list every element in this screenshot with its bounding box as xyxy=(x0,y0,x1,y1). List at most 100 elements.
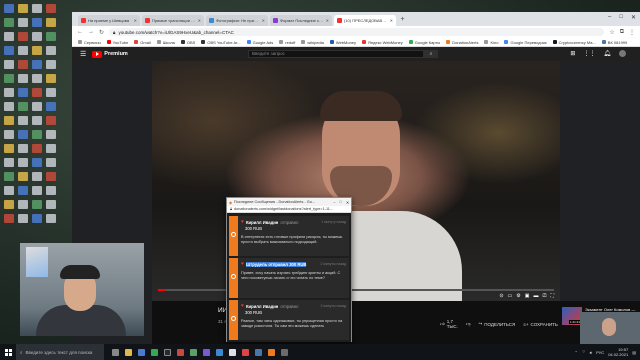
desktop-icon[interactable] xyxy=(46,60,56,69)
extensions-icon[interactable]: ⧉ xyxy=(620,29,624,36)
new-tab-button[interactable]: + xyxy=(398,15,407,26)
volume-icon[interactable]: 🔊︎ xyxy=(590,350,593,355)
desktop-icon[interactable] xyxy=(46,186,56,195)
bookmark-item[interactable]: OBS YouTube Ar... xyxy=(201,40,241,45)
browser-tab[interactable]: Фотографии: Не приеме у Шевц...✕ xyxy=(206,15,268,26)
clock[interactable]: 19:57 04.02.2021 xyxy=(608,347,628,357)
tray-up-arrow-icon[interactable]: ⌃ xyxy=(575,350,578,355)
cast-icon[interactable]: ⎚ xyxy=(542,293,546,299)
miniplayer-icon[interactable]: ▣ xyxy=(525,293,530,299)
play-circle-icon[interactable] xyxy=(231,316,236,321)
app-icon[interactable] xyxy=(190,348,197,356)
desktop-icon[interactable] xyxy=(32,102,42,111)
desktop-icon[interactable] xyxy=(4,158,14,167)
desktop-icon[interactable] xyxy=(46,88,56,97)
desktop-icon[interactable] xyxy=(32,172,42,181)
notifications-icon[interactable]: ▤ xyxy=(632,350,636,355)
desktop-icon[interactable] xyxy=(46,172,56,181)
close-window-icon[interactable]: ✕ xyxy=(346,200,349,205)
desktop-icon[interactable] xyxy=(4,32,14,41)
close-window-icon[interactable]: ✕ xyxy=(631,14,636,21)
desktop-icon[interactable] xyxy=(18,144,28,153)
browser-tab[interactable]: Формат Последние сообщения✕ xyxy=(270,15,332,26)
desktop-icon[interactable] xyxy=(4,186,14,195)
bookmark-item[interactable]: Gmail xyxy=(134,40,151,45)
desktop-icon[interactable] xyxy=(18,102,28,111)
desktop-icon[interactable] xyxy=(32,60,42,69)
desktop-icon[interactable] xyxy=(18,130,28,139)
desktop-icon[interactable] xyxy=(4,214,14,223)
app-icon[interactable] xyxy=(255,348,262,356)
desktop-icon[interactable] xyxy=(18,172,28,181)
bookmark-item[interactable]: Google Переводчик xyxy=(504,40,547,45)
bookmark-item[interactable]: Сервисы xyxy=(78,40,101,45)
desktop-icon[interactable] xyxy=(18,116,28,125)
desktop-icon[interactable] xyxy=(32,130,42,139)
search-input[interactable]: Введите запрос xyxy=(248,50,424,58)
desktop-icon[interactable] xyxy=(32,158,42,167)
desktop-icon[interactable] xyxy=(46,130,56,139)
desktop-icon[interactable] xyxy=(18,214,28,223)
taskbar-search-input[interactable]: ⌕ Введите здесь текст для поиска xyxy=(16,344,104,360)
avatar[interactable] xyxy=(619,50,626,57)
close-icon[interactable]: ✕ xyxy=(262,18,265,23)
star-icon[interactable]: ☆ xyxy=(609,29,614,36)
video-progress-bar[interactable] xyxy=(158,289,554,291)
close-icon[interactable]: ✕ xyxy=(390,18,393,23)
desktop-icon[interactable] xyxy=(32,186,42,195)
desktop-icon[interactable] xyxy=(46,102,56,111)
desktop-icon[interactable] xyxy=(18,186,28,195)
app-icon[interactable] xyxy=(268,348,275,356)
recommended-thumbnail[interactable]: 1:21:21 xyxy=(562,307,582,325)
desktop-icon[interactable] xyxy=(18,158,28,167)
desktop-icon[interactable] xyxy=(46,32,56,41)
bookmark-item[interactable]: Google Ads xyxy=(246,40,273,45)
menu-dots-icon[interactable]: ⋮ xyxy=(629,29,635,36)
save-button[interactable]: ≡+ СОХРАНИТЬ xyxy=(523,319,558,329)
desktop-icon[interactable] xyxy=(4,4,14,13)
close-icon[interactable]: ✕ xyxy=(326,18,329,23)
desktop-icon[interactable] xyxy=(46,214,56,223)
language-indicator[interactable]: РУС xyxy=(596,350,604,355)
bookmark-item[interactable]: Kino xyxy=(484,40,498,45)
bookmark-item[interactable]: Google Карты xyxy=(408,40,440,45)
desktop-icon[interactable] xyxy=(18,60,28,69)
desktop-icon[interactable] xyxy=(46,74,56,83)
bookmark-item[interactable]: Школа xyxy=(156,40,175,45)
app-icon[interactable] xyxy=(203,348,210,356)
bookmark-item[interactable]: OBS xyxy=(180,40,195,45)
desktop-icon[interactable] xyxy=(4,172,14,181)
desktop-icon[interactable] xyxy=(46,200,56,209)
maximize-icon[interactable]: □ xyxy=(619,14,623,21)
address-bar[interactable]: 🔒︎ youtube.com/watch?v=iUlGAS9HxeU&ab_ch… xyxy=(109,28,605,36)
desktop-icon[interactable] xyxy=(18,88,28,97)
bookmark-item[interactable]: ВК 081999 xyxy=(601,40,627,45)
back-arrow-icon[interactable]: ← xyxy=(77,29,83,35)
telegram-icon[interactable] xyxy=(216,348,223,356)
desktop-icon[interactable] xyxy=(46,46,56,55)
desktop-icon[interactable] xyxy=(4,74,14,83)
desktop-icon[interactable] xyxy=(4,144,14,153)
desktop-icon[interactable] xyxy=(18,4,28,13)
fullscreen-icon[interactable]: ⛶ xyxy=(550,293,554,299)
desktop-icon[interactable] xyxy=(18,46,28,55)
minimize-icon[interactable]: – xyxy=(608,14,611,21)
desktop-icon[interactable] xyxy=(18,32,28,41)
subtitles-icon[interactable]: ▭ xyxy=(508,293,513,299)
desktop-icon[interactable] xyxy=(46,116,56,125)
desktop-icon[interactable] xyxy=(46,158,56,167)
app-icon[interactable] xyxy=(281,348,288,356)
desktop-icon[interactable] xyxy=(4,18,14,27)
theater-mode-icon[interactable]: ▬ xyxy=(533,293,538,299)
youtube-logo[interactable]: Premium xyxy=(92,50,128,58)
browser-tab[interactable]: На приеме у Шевцова ✕ xyxy=(78,15,140,26)
apps-grid-icon[interactable]: ⋮⋮ xyxy=(583,50,595,57)
settings-gear-icon[interactable]: ⚙ xyxy=(516,293,520,299)
browser-tab-active[interactable]: (10) ПРЕСЛЕДОВАВШИЙ МЕ...✕ xyxy=(334,15,396,26)
task-view-icon[interactable] xyxy=(112,348,119,356)
start-button[interactable] xyxy=(0,344,16,360)
app-icon[interactable] xyxy=(242,348,249,356)
desktop-icon[interactable] xyxy=(32,4,42,13)
desktop-icon[interactable] xyxy=(4,88,14,97)
desktop-icon[interactable] xyxy=(32,88,42,97)
